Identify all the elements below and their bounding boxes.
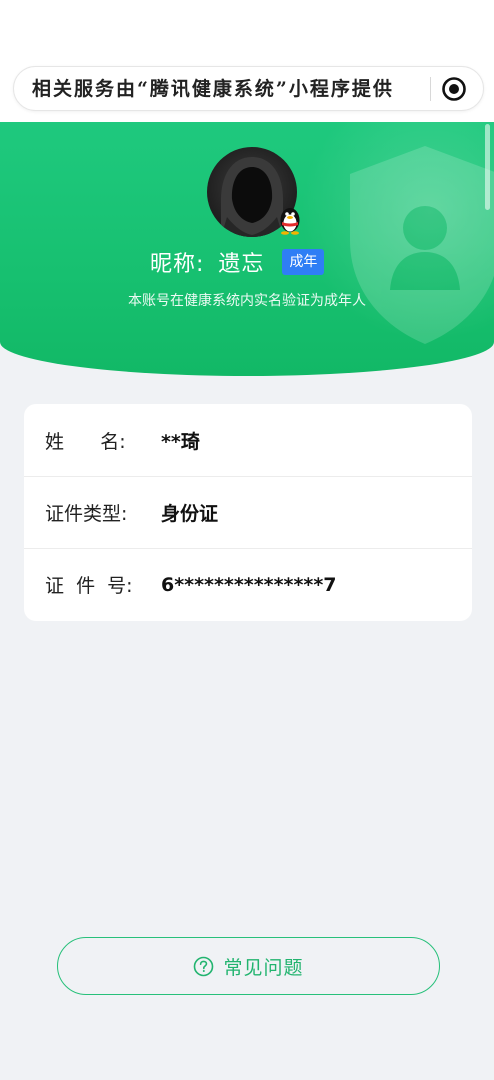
faq-label: 常见问题 xyxy=(223,956,304,979)
nickname-label: 昵称: xyxy=(150,252,205,277)
mini-program-capsule: 相关服务由“腾讯健康系统”小程序提供 xyxy=(13,66,484,111)
id-number-value: 6***************7 xyxy=(161,573,337,596)
real-name-info-page: 相关服务由“腾讯健康系统”小程序提供 昵称: 遗忘 成年 本账号在健康系统内实名… xyxy=(0,0,494,1080)
id-type-label: 证件类型: xyxy=(45,503,128,525)
shield-watermark-icon xyxy=(350,146,494,344)
qq-penguin-icon xyxy=(280,208,300,235)
id-type-value: 身份证 xyxy=(161,503,219,525)
identity-info-card: 姓 名: **琦 证件类型: 身份证 证 件 号: 6*************… xyxy=(24,404,472,621)
id-type-row: 证件类型: 身份证 xyxy=(24,476,472,548)
name-row: 姓 名: **琦 xyxy=(24,404,472,476)
id-number-label: 证 件 号: xyxy=(45,575,133,597)
age-status-badge: 成年 xyxy=(282,249,325,275)
name-label: 姓 名: xyxy=(45,430,126,453)
scrollbar[interactable] xyxy=(485,124,490,210)
capsule-divider xyxy=(430,77,431,101)
avatar xyxy=(207,147,300,237)
record-icon[interactable] xyxy=(441,76,467,102)
name-value: **琦 xyxy=(161,430,200,453)
service-provider-text: 相关服务由“腾讯健康系统”小程序提供 xyxy=(32,78,394,100)
id-number-row: 证 件 号: 6***************7 xyxy=(24,548,472,620)
verification-note: 本账号在健康系统内实名验证为成年人 xyxy=(128,293,366,309)
question-circle-icon xyxy=(194,956,214,976)
nickname-row: 昵称: 遗忘 成年 xyxy=(150,246,325,278)
faq-button[interactable]: 常见问题 xyxy=(57,937,440,995)
nickname-value: 遗忘 xyxy=(218,252,265,277)
